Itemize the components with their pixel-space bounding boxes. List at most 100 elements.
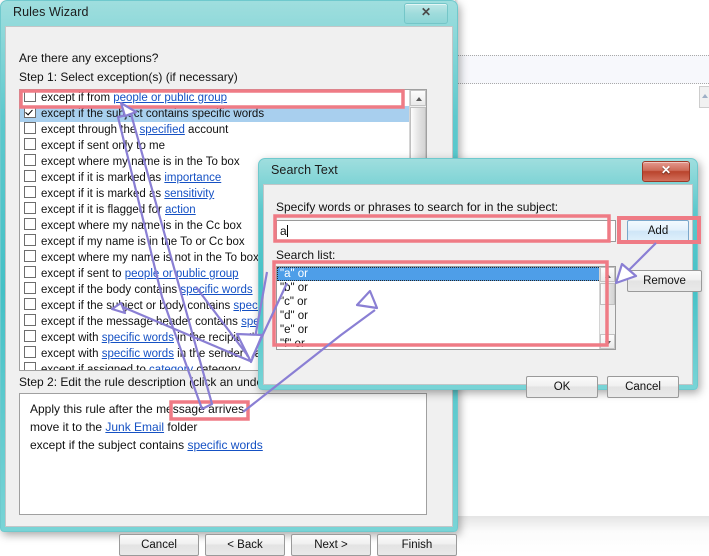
- checkbox-icon[interactable]: [24, 154, 36, 166]
- checkbox-icon[interactable]: [24, 186, 36, 198]
- exception-value-link[interactable]: specific words: [102, 348, 174, 360]
- search-input-value: a: [280, 224, 287, 238]
- search-text-dialog: Search Text ✕ Specify words or phrases t…: [258, 158, 702, 398]
- exception-item-label: except if it is marked as importance: [41, 172, 221, 184]
- exception-text: account: [184, 124, 229, 136]
- search-list-item[interactable]: "e" or: [277, 323, 615, 337]
- remove-button[interactable]: Remove: [627, 270, 702, 292]
- checkbox-icon[interactable]: [24, 266, 36, 278]
- checkbox-icon[interactable]: [24, 250, 36, 262]
- checkbox-icon[interactable]: [24, 346, 36, 358]
- exception-value-link[interactable]: people or public group: [125, 268, 239, 280]
- exception-value-link[interactable]: specified: [139, 124, 184, 136]
- rule-line3-prefix: except if the subject contains: [30, 438, 188, 452]
- exception-text: except if the subject contains specific …: [41, 108, 265, 120]
- exception-value-link[interactable]: category: [149, 364, 193, 370]
- search-list[interactable]: "a" or "b" or "c" or "d" or "e" or "f" or: [276, 266, 616, 350]
- background-selected-row[interactable]: [456, 55, 709, 84]
- exception-item-label: except if the body contains specific wor…: [41, 284, 253, 296]
- rule-line2-prefix: move it to the: [30, 420, 106, 434]
- exception-list-item[interactable]: except through the specified account: [20, 122, 426, 138]
- scroll-up-button[interactable]: [410, 90, 426, 106]
- search-list-label: Search list:: [276, 248, 336, 262]
- exception-item-label: except if my name is in the To or Cc box: [41, 236, 245, 248]
- search-text-title: Search Text: [271, 163, 338, 177]
- checkbox-icon[interactable]: [24, 218, 36, 230]
- checkbox-icon[interactable]: [24, 330, 36, 342]
- rules-wizard-titlebar[interactable]: Rules Wizard ✕: [0, 0, 458, 26]
- exception-text: except with: [41, 332, 102, 344]
- cancel-button[interactable]: Cancel: [119, 534, 199, 556]
- checkbox-icon[interactable]: [24, 138, 36, 150]
- exception-item-label: except where my name is in the Cc box: [41, 220, 242, 232]
- checkbox-icon[interactable]: [24, 122, 36, 134]
- close-icon-glyph: ✕: [660, 163, 672, 177]
- ok-button[interactable]: OK: [526, 376, 598, 398]
- exception-value-link[interactable]: importance: [164, 172, 221, 184]
- exception-value-link[interactable]: sensitivity: [164, 188, 214, 200]
- cancel-button[interactable]: Cancel: [607, 376, 679, 398]
- exception-value-link[interactable]: specific words: [102, 332, 174, 344]
- exception-text: except if sent to: [41, 268, 125, 280]
- exception-item-label: except if from people or public group: [41, 92, 227, 104]
- search-list-scrollbar[interactable]: [599, 267, 615, 349]
- checkbox-icon[interactable]: [24, 314, 36, 326]
- exceptions-question: Are there any exceptions?: [19, 51, 159, 65]
- exception-value-link[interactable]: specific words: [180, 284, 252, 296]
- close-icon[interactable]: ✕: [642, 161, 690, 182]
- search-list-item[interactable]: "b" or: [277, 281, 615, 295]
- rules-wizard-title: Rules Wizard: [13, 5, 89, 19]
- checkbox-icon[interactable]: [24, 234, 36, 246]
- checkbox-icon[interactable]: [24, 170, 36, 182]
- rule-line2-suffix: folder: [164, 420, 198, 434]
- scrollbar-thumb[interactable]: [600, 283, 615, 305]
- exception-text: except if from: [41, 92, 114, 104]
- chevron-down-icon: [605, 341, 611, 345]
- exception-text: except if the message header contains: [41, 316, 242, 328]
- junk-email-link[interactable]: Junk Email: [105, 420, 164, 434]
- exception-text: except if assigned to: [41, 364, 150, 371]
- checkbox-icon[interactable]: [24, 362, 36, 370]
- exception-list-item[interactable]: except if sent only to me: [20, 138, 426, 154]
- search-text-titlebar[interactable]: Search Text ✕: [258, 158, 698, 184]
- add-button[interactable]: Add: [627, 220, 689, 242]
- exception-list-item[interactable]: except if from people or public group: [20, 90, 426, 106]
- next-button[interactable]: Next >: [291, 534, 371, 556]
- search-list-item[interactable]: "d" or: [277, 309, 615, 323]
- checkbox-checked-icon[interactable]: [24, 106, 36, 118]
- rule-description-box[interactable]: Apply this rule after the message arrive…: [19, 393, 427, 515]
- search-list-item[interactable]: "c" or: [277, 295, 615, 309]
- exception-value-link[interactable]: people or public group: [113, 92, 227, 104]
- search-text-content: Specify words or phrases to search for i…: [263, 184, 702, 398]
- finish-button[interactable]: Finish: [377, 534, 457, 556]
- search-list-item[interactable]: "f" or: [277, 337, 615, 349]
- exception-text: except if my name is in the To or Cc box: [41, 236, 245, 248]
- back-button[interactable]: < Back: [205, 534, 285, 556]
- search-input[interactable]: a: [276, 220, 616, 242]
- step1-label: Step 1: Select exception(s) (if necessar…: [19, 70, 238, 84]
- checkbox-icon[interactable]: [24, 282, 36, 294]
- exception-text: except if it is marked as: [41, 188, 165, 200]
- checkbox-icon[interactable]: [24, 202, 36, 214]
- background-scroll-up-button[interactable]: [699, 86, 709, 108]
- search-list-item[interactable]: "a" or: [277, 267, 615, 281]
- scroll-down-button[interactable]: [600, 334, 615, 349]
- checkbox-icon[interactable]: [24, 298, 36, 310]
- search-prompt-label: Specify words or phrases to search for i…: [276, 200, 559, 214]
- exception-text: except if the body contains: [41, 284, 181, 296]
- exception-item-label: except if sent only to me: [41, 140, 165, 152]
- exception-text: except where my name is in the To box: [41, 156, 240, 168]
- specific-words-link[interactable]: specific words: [187, 438, 262, 452]
- exception-list-item[interactable]: except if the subject contains specific …: [20, 106, 426, 122]
- exception-text: except through the: [41, 124, 140, 136]
- exception-item-label: except where my name is not in the To bo…: [41, 252, 259, 264]
- scroll-up-button[interactable]: [600, 267, 615, 282]
- exception-item-label: except through the specified account: [41, 124, 228, 136]
- exception-value-link[interactable]: action: [165, 204, 196, 216]
- rule-description-line-1: Apply this rule after the message arrive…: [30, 402, 245, 416]
- exception-text: except where my name is not in the To bo…: [41, 252, 259, 264]
- close-icon[interactable]: ✕: [404, 3, 448, 24]
- checkbox-icon[interactable]: [24, 90, 36, 102]
- exception-text: except if it is marked as: [41, 172, 165, 184]
- exception-text: except if the subject or body contains: [41, 300, 234, 312]
